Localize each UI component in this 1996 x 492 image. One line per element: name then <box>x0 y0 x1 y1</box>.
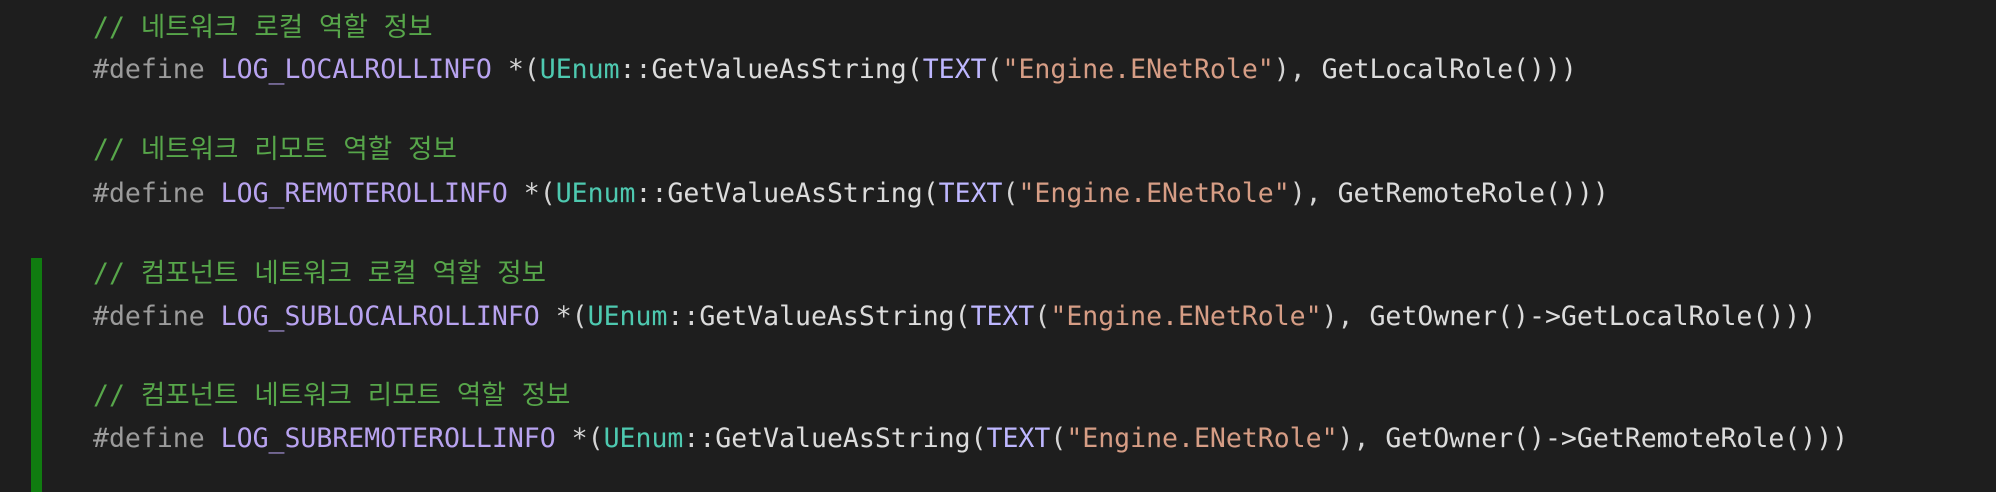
type-name: UEnum <box>539 54 620 85</box>
type-name: UEnum <box>587 301 668 332</box>
after-string: ), <box>1337 423 1386 454</box>
function-call: GetValueAsString( <box>715 423 987 454</box>
string-literal: "Engine.ENetRole" <box>1066 423 1338 454</box>
text-open-paren: ( <box>1002 178 1019 209</box>
string-literal: "Engine.ENetRole" <box>1018 178 1290 209</box>
macro-name: LOG_SUBREMOTEROLLINFO <box>220 423 556 454</box>
scope-operator: :: <box>619 54 652 85</box>
role-call: GetRemoteRole())) <box>1337 178 1609 209</box>
text-open-paren: ( <box>986 54 1003 85</box>
string-literal: "Engine.ENetRole" <box>1050 301 1322 332</box>
scope-operator: :: <box>635 178 668 209</box>
code-comment-line[interactable]: // 컴포넌트 네트워크 로컬 역할 정보 <box>93 254 546 294</box>
preprocessor-directive: #define <box>93 54 205 85</box>
macro-name: LOG_SUBLOCALROLLINFO <box>220 301 540 332</box>
deref-open: *( <box>507 178 556 209</box>
code-define-line[interactable]: #define LOG_SUBREMOTEROLLINFO *(UEnum::G… <box>93 419 1848 459</box>
text-macro: TEXT <box>986 423 1051 454</box>
code-comment-line[interactable]: // 컴포넌트 네트워크 리모트 역할 정보 <box>93 376 570 416</box>
code-comment-line[interactable]: // 네트워크 로컬 역할 정보 <box>93 8 433 48</box>
function-call: GetValueAsString( <box>667 178 939 209</box>
text-macro: TEXT <box>938 178 1003 209</box>
role-call: GetLocalRole())) <box>1321 54 1577 85</box>
text-macro: TEXT <box>970 301 1035 332</box>
deref-open: *( <box>555 423 604 454</box>
after-string: ), <box>1289 178 1338 209</box>
text-open-paren: ( <box>1034 301 1051 332</box>
code-comment-line[interactable]: // 네트워크 리모트 역할 정보 <box>93 130 457 170</box>
string-literal: "Engine.ENetRole" <box>1002 54 1274 85</box>
preprocessor-directive: #define <box>93 301 205 332</box>
after-string: ), <box>1321 301 1370 332</box>
modified-lines-indicator <box>31 258 42 492</box>
function-call: GetValueAsString( <box>699 301 971 332</box>
preprocessor-directive: #define <box>93 178 205 209</box>
code-editor[interactable]: // 네트워크 로컬 역할 정보 #define LOG_LOCALROLLIN… <box>0 0 1996 492</box>
type-name: UEnum <box>603 423 684 454</box>
macro-name: LOG_LOCALROLLINFO <box>220 54 492 85</box>
deref-open: *( <box>491 54 540 85</box>
function-call: GetValueAsString( <box>651 54 923 85</box>
preprocessor-directive: #define <box>93 423 205 454</box>
scope-operator: :: <box>683 423 716 454</box>
role-call: GetOwner()->GetLocalRole())) <box>1369 301 1817 332</box>
code-define-line[interactable]: #define LOG_REMOTEROLLINFO *(UEnum::GetV… <box>93 174 1609 214</box>
after-string: ), <box>1273 54 1322 85</box>
code-define-line[interactable]: #define LOG_SUBLOCALROLLINFO *(UEnum::Ge… <box>93 297 1816 337</box>
role-call: GetOwner()->GetRemoteRole())) <box>1385 423 1849 454</box>
scope-operator: :: <box>667 301 700 332</box>
text-macro: TEXT <box>922 54 987 85</box>
text-open-paren: ( <box>1050 423 1067 454</box>
deref-open: *( <box>539 301 588 332</box>
macro-name: LOG_REMOTEROLLINFO <box>220 178 508 209</box>
code-define-line[interactable]: #define LOG_LOCALROLLINFO *(UEnum::GetVa… <box>93 50 1577 90</box>
type-name: UEnum <box>555 178 636 209</box>
